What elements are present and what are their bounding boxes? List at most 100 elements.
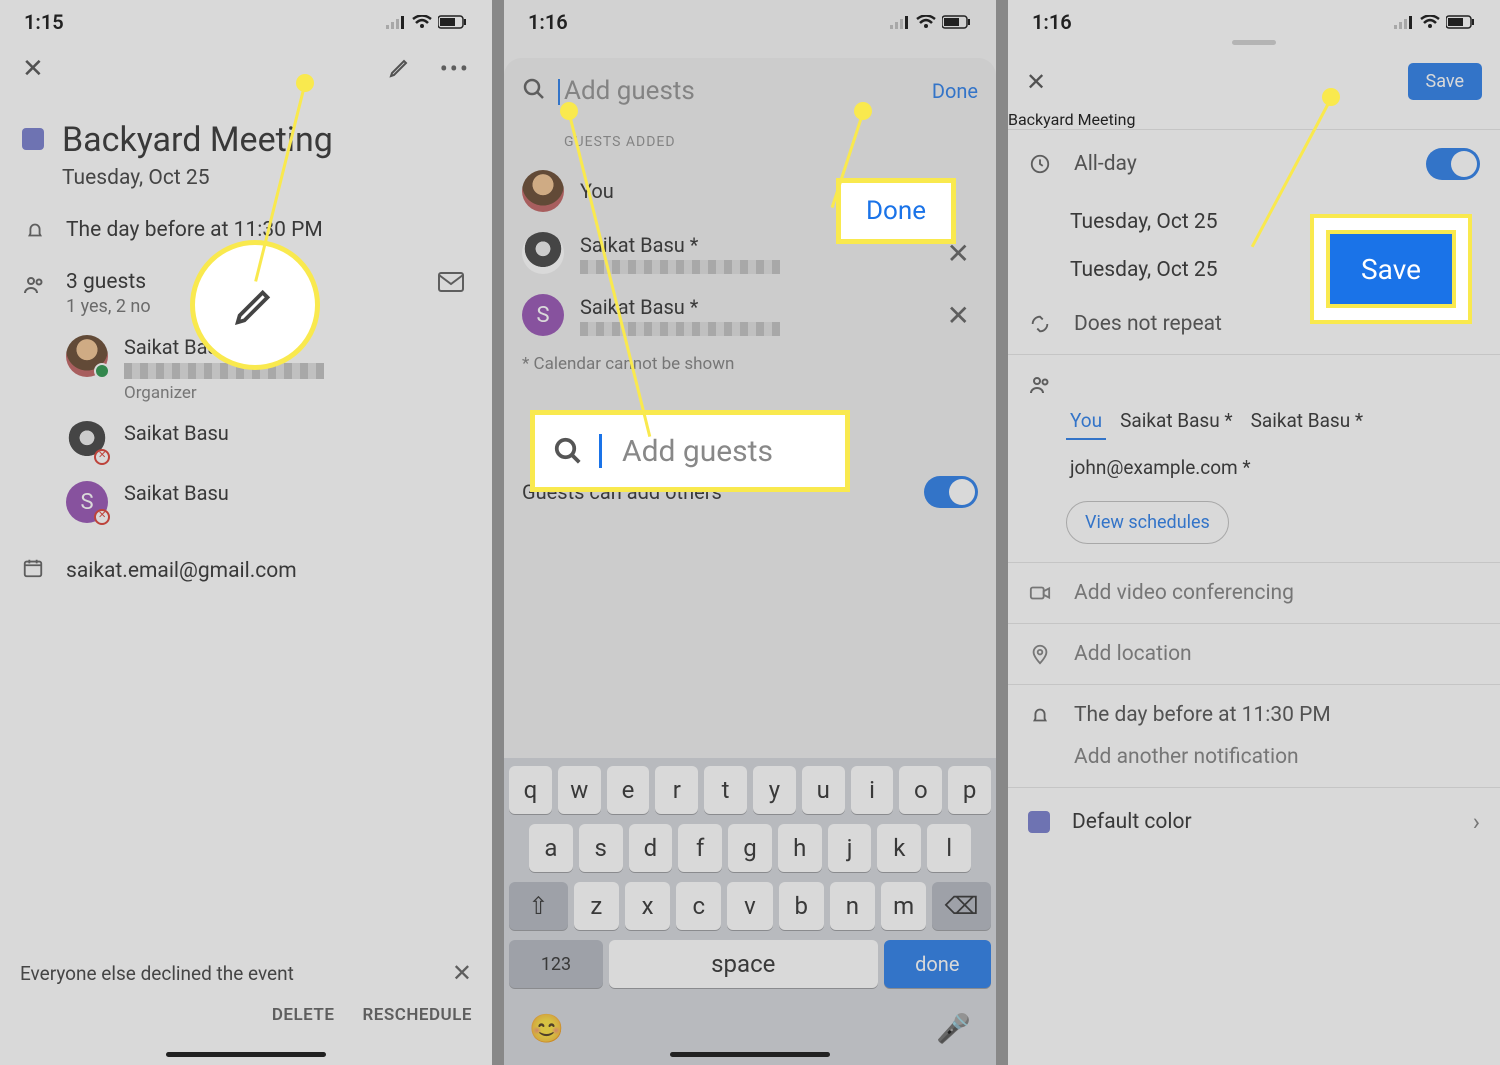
declined-message: Everyone else declined the event — [20, 962, 294, 985]
key-e[interactable]: e — [607, 766, 650, 814]
add-notification-label[interactable]: Add another notification — [1074, 745, 1480, 769]
allday-toggle[interactable] — [1426, 148, 1480, 180]
chevron-right-icon: › — [1473, 808, 1480, 836]
guest-name: Saikat Basu — [124, 481, 229, 505]
key-j[interactable]: j — [828, 824, 872, 872]
key-n[interactable]: n — [830, 882, 875, 930]
remove-guest-icon[interactable]: ✕ — [939, 299, 978, 332]
key-backspace[interactable]: ⌫ — [932, 882, 991, 930]
clock-icon — [1028, 153, 1052, 175]
add-video-label[interactable]: Add video conferencing — [1074, 581, 1480, 605]
status-icons — [1394, 15, 1476, 29]
key-d[interactable]: d — [629, 824, 673, 872]
color-row[interactable]: Default color › — [1008, 788, 1500, 856]
delete-button[interactable]: DELETE — [272, 1005, 335, 1025]
key-v[interactable]: v — [727, 882, 772, 930]
key-a[interactable]: a — [529, 824, 573, 872]
avatar: S — [66, 481, 108, 523]
home-indicator — [670, 1052, 830, 1057]
search-icon — [522, 77, 546, 105]
key-g[interactable]: g — [728, 824, 772, 872]
save-button[interactable]: Save — [1408, 63, 1483, 100]
avatar — [66, 421, 108, 463]
key-s[interactable]: s — [579, 824, 623, 872]
key-space[interactable]: space — [609, 940, 878, 988]
key-shift[interactable]: ⇧ — [509, 882, 568, 930]
dismiss-icon[interactable]: ✕ — [452, 959, 472, 987]
status-bar: 1:16 — [1008, 0, 1500, 40]
key-h[interactable]: h — [778, 824, 822, 872]
wifi-icon — [412, 15, 432, 29]
guest-item[interactable]: S Saikat Basu — [66, 481, 470, 523]
repeat-label[interactable]: Does not repeat — [1074, 312, 1480, 336]
mail-icon[interactable] — [438, 272, 464, 296]
key-x[interactable]: x — [625, 882, 670, 930]
key-i[interactable]: i — [851, 766, 894, 814]
screen-add-guests: 1:16 Add guests Done GUESTS ADDED You Sa… — [504, 0, 996, 1065]
calendar-email: saikat.email@gmail.com — [66, 559, 297, 583]
screen-event-detail: 1:15 ✕ ••• Backyard Meeting Tuesday, Oct… — [0, 0, 492, 1065]
guests-status: 1 yes, 2 no — [66, 296, 151, 317]
guest-chip-you[interactable]: You — [1066, 403, 1106, 440]
emoji-icon[interactable]: 😊 — [529, 1012, 564, 1045]
key-o[interactable]: o — [899, 766, 942, 814]
edit-highlight — [190, 240, 320, 370]
reminder-text[interactable]: The day before at 11:30 PM — [1074, 703, 1480, 727]
key-k[interactable]: k — [877, 824, 921, 872]
guest-chip[interactable]: Saikat Basu * — [1247, 403, 1367, 440]
guests-icon — [1028, 373, 1052, 397]
reschedule-button[interactable]: RESCHEDULE — [362, 1005, 472, 1025]
guests-add-others-toggle[interactable] — [924, 476, 978, 508]
wifi-icon — [1420, 15, 1440, 29]
view-schedules-button[interactable]: View schedules — [1066, 501, 1229, 544]
key-f[interactable]: f — [678, 824, 722, 872]
key-p[interactable]: p — [948, 766, 991, 814]
more-icon[interactable]: ••• — [440, 55, 470, 83]
clock: 1:15 — [24, 10, 64, 34]
done-button[interactable]: Done — [932, 79, 978, 103]
key-123[interactable]: 123 — [509, 940, 603, 988]
close-icon[interactable]: ✕ — [22, 54, 44, 84]
key-m[interactable]: m — [881, 882, 926, 930]
key-done[interactable]: done — [884, 940, 991, 988]
allday-label: All-day — [1074, 152, 1404, 176]
clock: 1:16 — [1032, 10, 1072, 34]
key-c[interactable]: c — [676, 882, 721, 930]
calendar-note: * Calendar cannot be shown — [504, 346, 996, 382]
mic-icon[interactable]: 🎤 — [936, 1012, 971, 1045]
clock: 1:16 — [528, 10, 568, 34]
key-l[interactable]: l — [927, 824, 971, 872]
event-color-tile — [22, 128, 44, 150]
guest-row: S Saikat Basu * ✕ — [504, 284, 996, 346]
callout-dot — [854, 102, 872, 120]
color-label: Default color — [1072, 810, 1192, 834]
key-t[interactable]: t — [704, 766, 747, 814]
key-y[interactable]: y — [753, 766, 796, 814]
event-date: Tuesday, Oct 25 — [62, 166, 333, 190]
save-highlight: Save — [1326, 230, 1456, 308]
key-b[interactable]: b — [779, 882, 824, 930]
status-icons — [890, 15, 972, 29]
status-declined-icon — [94, 449, 110, 465]
add-guests-input[interactable]: Add guests Done — [504, 58, 996, 124]
edit-icon[interactable] — [388, 55, 412, 83]
key-u[interactable]: u — [802, 766, 845, 814]
avatar — [522, 170, 564, 212]
guest-role: Organizer — [124, 383, 324, 403]
guests-count: 3 guests — [66, 270, 151, 294]
avatar: S — [522, 294, 564, 336]
guest-chip[interactable]: john@example.com * — [1066, 450, 1255, 485]
event-title[interactable]: Backyard Meeting — [1008, 110, 1500, 129]
key-q[interactable]: q — [509, 766, 552, 814]
guest-item[interactable]: Saikat Basu — [66, 421, 470, 463]
key-r[interactable]: r — [655, 766, 698, 814]
callout-dot — [560, 102, 578, 120]
key-w[interactable]: w — [558, 766, 601, 814]
keyboard[interactable]: qwertyuiop asdfghjkl ⇧zxcvbnm⌫ 123 space… — [504, 758, 996, 1065]
close-icon[interactable]: ✕ — [1026, 68, 1046, 96]
guest-chip[interactable]: Saikat Basu * — [1116, 403, 1236, 440]
status-bar: 1:16 — [504, 0, 996, 40]
key-z[interactable]: z — [574, 882, 619, 930]
guest-name: Saikat Basu * — [580, 295, 923, 319]
add-location-label[interactable]: Add location — [1074, 642, 1480, 666]
